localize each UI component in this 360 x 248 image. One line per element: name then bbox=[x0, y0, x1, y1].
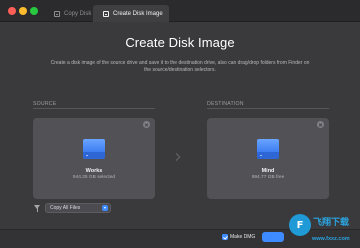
destination-section-label: DESTINATION bbox=[207, 101, 244, 107]
tab-label: Create Disk Image bbox=[113, 10, 163, 17]
clear-source-icon[interactable] bbox=[143, 121, 150, 128]
app-window: Copy Disk Create Disk Image Create Disk … bbox=[0, 0, 360, 248]
drive-icon bbox=[257, 139, 279, 159]
watermark-name: 飞翔下载 bbox=[313, 218, 350, 228]
zoom-window-button[interactable] bbox=[30, 7, 38, 15]
source-drive-selector[interactable]: Works 944.25 GB selected bbox=[33, 118, 155, 199]
disk-icon bbox=[54, 10, 60, 17]
make-dmg-label: Make DMG bbox=[230, 234, 256, 240]
source-section-label: SOURCE bbox=[33, 101, 57, 107]
page-description: Create a disk image of the source drive … bbox=[50, 60, 310, 73]
copy-mode-select[interactable]: Copy All Files bbox=[45, 203, 111, 213]
copy-mode-value: Copy All Files bbox=[50, 205, 81, 211]
destination-drive-name: Mind bbox=[261, 168, 275, 174]
watermark-logo: F bbox=[289, 214, 311, 236]
minimize-window-button[interactable] bbox=[19, 7, 27, 15]
chevron-down-icon bbox=[102, 205, 108, 211]
title-bar: Copy Disk Create Disk Image bbox=[0, 0, 360, 22]
tab-copy-disk[interactable]: Copy Disk bbox=[44, 5, 92, 22]
disk-image-icon bbox=[103, 10, 109, 17]
destination-divider bbox=[207, 108, 329, 109]
make-dmg-checkbox[interactable] bbox=[222, 234, 228, 240]
source-divider bbox=[33, 108, 155, 109]
drive-icon bbox=[83, 139, 105, 159]
close-window-button[interactable] bbox=[8, 7, 16, 15]
chevron-right-icon: › bbox=[174, 144, 182, 168]
page-title: Create Disk Image bbox=[125, 35, 235, 50]
clear-destination-icon[interactable] bbox=[317, 121, 324, 128]
destination-drive-selector[interactable]: Mind 994.77 GB free bbox=[207, 118, 329, 199]
tab-label: Copy Disk bbox=[64, 10, 92, 17]
source-drive-info: 944.25 GB selected bbox=[72, 175, 116, 180]
filter-icon bbox=[34, 205, 41, 212]
destination-drive-info: 994.77 GB free bbox=[251, 175, 285, 180]
start-button[interactable] bbox=[262, 232, 284, 242]
watermark-url: www.fxxz.com bbox=[312, 236, 350, 242]
source-drive-name: Works bbox=[85, 168, 103, 174]
tab-create-disk-image[interactable]: Create Disk Image bbox=[93, 5, 169, 22]
